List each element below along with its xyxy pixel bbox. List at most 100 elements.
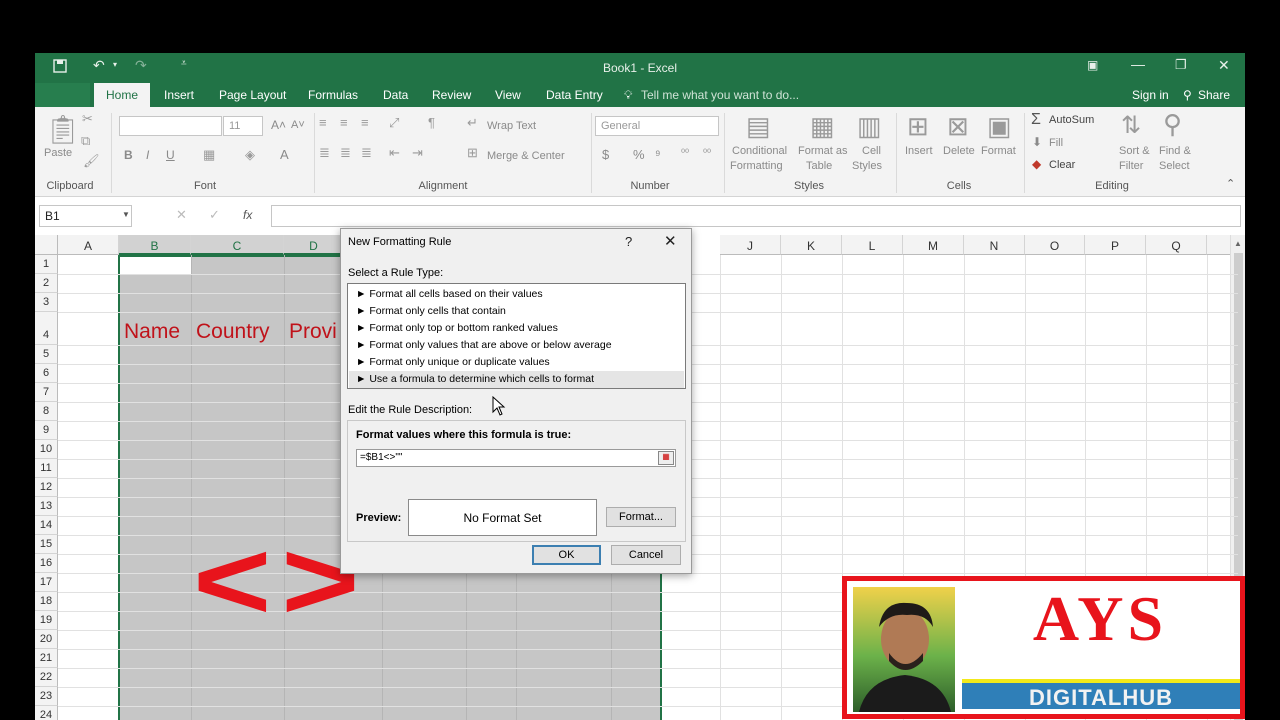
row-header-16[interactable]: 16 [35,554,58,573]
close-window-icon[interactable]: ✕ [1218,57,1230,74]
rule-type-item[interactable]: ► Format only cells that contain [356,305,506,317]
format-painter-icon[interactable]: 🖌︎ [83,153,100,169]
italic-icon[interactable]: I [146,148,149,162]
column-header-b[interactable]: B [119,235,191,255]
find-select-icon[interactable]: ⚲ [1163,109,1182,140]
name-box-dropdown-icon[interactable]: ▼ [122,210,130,219]
cell-d4[interactable]: Provi [289,320,337,344]
fill-icon[interactable]: ⬇ [1032,135,1042,149]
clear-icon[interactable]: ◆ [1032,157,1041,171]
align-top-icon[interactable]: ≡ [319,115,327,130]
row-header-6[interactable]: 6 [35,364,58,383]
cell-c4[interactable]: Country [196,320,270,344]
row-header-12[interactable]: 12 [35,478,58,497]
format-button[interactable]: Format... [606,507,676,527]
row-header-23[interactable]: 23 [35,687,58,706]
borders-icon[interactable]: ▦ [203,147,215,163]
align-left-icon[interactable]: ≣ [319,145,330,161]
insert-cells-button[interactable]: Insert [905,145,933,157]
scroll-up-icon[interactable]: ▲ [1234,239,1242,248]
insert-function-icon[interactable]: fx [243,208,252,222]
cell-styles-label-2[interactable]: Styles [852,160,882,172]
enter-entry-icon[interactable]: ✓ [209,207,220,223]
cancel-entry-icon[interactable]: ✕ [176,207,187,223]
tell-me-box[interactable]: Tell me what you want to do... [641,88,799,102]
copy-icon[interactable]: ⧉ [81,133,90,149]
rule-type-item[interactable]: ► Format only values that are above or b… [356,339,612,351]
conditional-formatting-label-2[interactable]: Formatting [730,160,783,172]
wrap-text-icon[interactable]: ↵ [467,115,478,131]
currency-icon[interactable]: $ [602,147,609,162]
select-all-corner[interactable] [35,235,58,255]
align-middle-icon[interactable]: ≡ [340,115,348,130]
column-header-m[interactable]: M [903,235,964,255]
sign-in-link[interactable]: Sign in [1132,88,1169,102]
restore-icon[interactable]: ❐ [1175,57,1187,73]
row-header-17[interactable]: 17 [35,573,58,592]
column-header-a[interactable]: A [58,235,119,255]
name-box[interactable]: B1 [39,205,132,227]
paste-icon[interactable]: 📋︎ [45,113,81,146]
tab-page-layout[interactable]: Page Layout [219,88,286,102]
minimize-icon[interactable]: — [1131,56,1145,72]
row-header-9[interactable]: 9 [35,421,58,440]
row-header-5[interactable]: 5 [35,345,58,364]
column-header-p[interactable]: P [1085,235,1146,255]
tab-review[interactable]: Review [432,88,471,102]
merge-icon[interactable]: ⊞ [467,145,478,161]
align-right-icon[interactable]: ≣ [361,145,372,161]
format-cells-button[interactable]: Format [981,145,1016,157]
percent-icon[interactable]: % [633,147,645,162]
row-header-19[interactable]: 19 [35,611,58,630]
autosum-icon[interactable]: Σ [1031,111,1041,129]
sort-filter-icon[interactable]: ⇅ [1121,111,1141,140]
rule-type-list[interactable]: ► Format all cells based on their values… [347,283,686,389]
row-header-4[interactable]: 4 [35,312,58,345]
underline-icon[interactable]: U [166,148,175,162]
share-button[interactable]: Share [1198,88,1230,102]
tab-insert[interactable]: Insert [164,88,194,102]
autosum-button[interactable]: AutoSum [1049,114,1094,126]
row-header-18[interactable]: 18 [35,592,58,611]
rule-type-item-selected[interactable]: ► Use a formula to determine which cells… [349,371,684,388]
row-header-13[interactable]: 13 [35,497,58,516]
conditional-formatting-label-1[interactable]: Conditional [732,145,787,157]
wrap-text-button[interactable]: Wrap Text [487,120,536,132]
rule-type-item[interactable]: ► Format only top or bottom ranked value… [356,322,558,334]
cut-icon[interactable]: ✂ [82,111,93,127]
column-header-n[interactable]: N [964,235,1025,255]
grow-font-icon[interactable]: A˄ [271,118,286,132]
orientation-icon[interactable]: ⤢ [389,115,399,131]
row-header-20[interactable]: 20 [35,630,58,649]
fill-button[interactable]: Fill [1049,137,1063,149]
format-as-table-label-2[interactable]: Table [806,160,832,172]
increase-decimal-icon[interactable]: ⁰⁰ [681,148,689,159]
close-icon[interactable]: ✕ [664,232,677,250]
insert-cells-icon[interactable]: ⊞ [907,111,929,142]
decrease-indent-icon[interactable]: ⇤ [389,145,400,161]
tab-formulas[interactable]: Formulas [308,88,358,102]
fill-color-icon[interactable]: ◈ [245,147,255,163]
row-header-24[interactable]: 24 [35,706,58,720]
row-header-10[interactable]: 10 [35,440,58,459]
cell-styles-icon[interactable]: ▥ [857,111,882,142]
rule-type-item[interactable]: ► Format only unique or duplicate values [356,356,550,368]
comma-icon[interactable]: ⁹ [655,147,661,162]
tab-home[interactable]: Home [94,83,151,107]
column-header-q[interactable]: Q [1146,235,1207,255]
row-header-8[interactable]: 8 [35,402,58,421]
row-header-15[interactable]: 15 [35,535,58,554]
cancel-button[interactable]: Cancel [611,545,681,565]
format-as-table-icon[interactable]: ▦ [810,111,835,142]
ok-button[interactable]: OK [532,545,601,565]
formula-input[interactable] [271,205,1241,227]
decrease-decimal-icon[interactable]: ⁰⁰ [703,148,711,159]
column-header-k[interactable]: K [781,235,842,255]
row-header-14[interactable]: 14 [35,516,58,535]
row-header-2[interactable]: 2 [35,274,58,293]
shrink-font-icon[interactable]: A˅ [291,119,305,131]
column-header-l[interactable]: L [842,235,903,255]
bold-icon[interactable]: B [124,148,133,162]
clear-button[interactable]: Clear [1049,159,1075,171]
sort-filter-label-1[interactable]: Sort & [1119,145,1150,157]
